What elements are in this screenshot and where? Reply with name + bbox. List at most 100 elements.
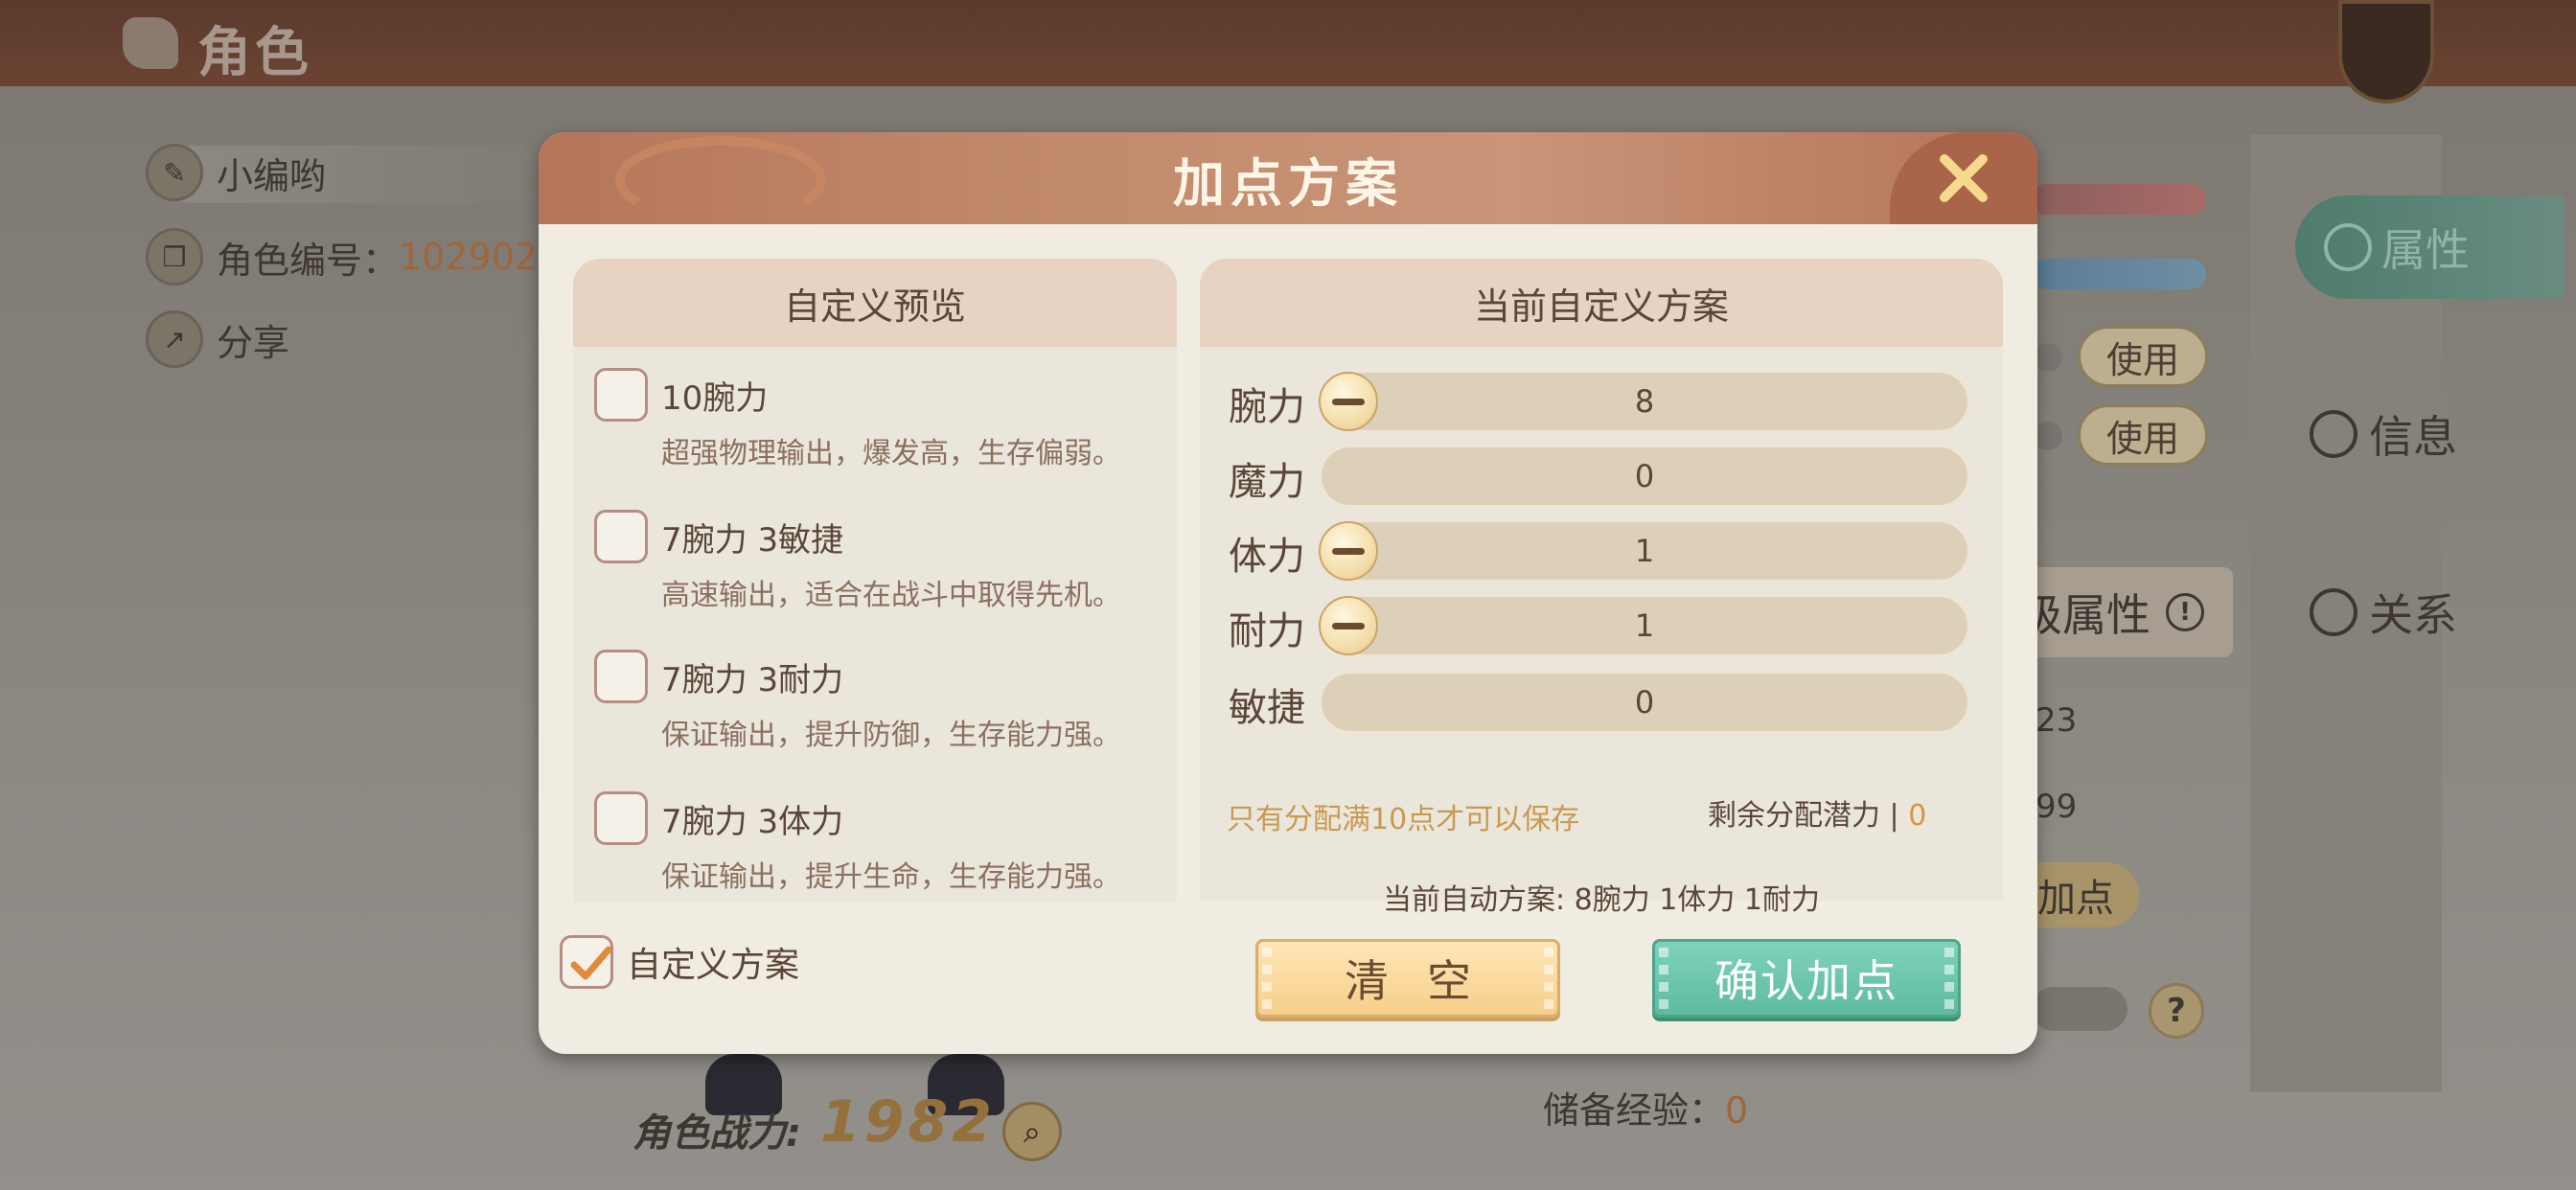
info-list-icon (2310, 410, 2358, 458)
top-bar (0, 0, 2576, 86)
custom-plan-label: 自定义方案 (627, 946, 800, 985)
point-allocation-dialog: 加点方案 自定义预览 10腕力 超强物理输出，爆发高，生存偏弱。 7腕力 3敏捷… (539, 132, 2037, 1054)
tab-attributes[interactable]: 属性 (2295, 195, 2564, 299)
hp-bar (2032, 184, 2206, 215)
emblem-icon[interactable] (2338, 0, 2434, 103)
preset-item[interactable]: 7腕力 3敏捷 高速输出，适合在战斗中取得先机。 (594, 510, 1169, 644)
stat-row-magic: 魔力 0 (1229, 445, 1976, 512)
stat-label: 敏捷 (1229, 686, 1305, 730)
role-icon (123, 17, 178, 69)
minus-button[interactable] (1319, 596, 1378, 655)
minus-icon (1332, 622, 1365, 629)
tab-attributes-label: 属性 (2381, 224, 2470, 276)
preset-title: 7腕力 3体力 (661, 803, 844, 841)
reserve-exp-value: 0 (1725, 1089, 1749, 1132)
preset-desc: 高速输出，适合在战斗中取得先机。 (661, 579, 1121, 612)
dialog-title: 加点方案 (1173, 152, 1403, 214)
exclamation-icon: ! (2166, 593, 2204, 631)
character-name: 小编哟 (217, 154, 327, 197)
tab-relations-label: 关系 (2369, 589, 2457, 641)
stat-value: 0 (1634, 684, 1655, 721)
minus-icon (1332, 547, 1365, 555)
relations-icon (2310, 588, 2358, 636)
copy-icon[interactable]: ❐ (146, 228, 203, 286)
button-decoration (1944, 948, 1954, 1011)
tab-relations[interactable]: 关系 (2310, 581, 2457, 644)
feather-icon: ✎ (146, 144, 203, 201)
stat-value: 1 (1634, 607, 1655, 644)
preset-list[interactable]: 10腕力 超强物理输出，爆发高，生存偏弱。 7腕力 3敏捷 高速输出，适合在战斗… (573, 347, 1177, 903)
character-id-value: 102902 (399, 236, 539, 278)
stat-value: 8 (1634, 383, 1655, 420)
reserve-exp-label: 储备经验： (1543, 1089, 1726, 1132)
button-decoration (1262, 948, 1272, 1011)
tab-info-label: 信息 (2369, 411, 2457, 463)
preset-checkbox[interactable] (594, 510, 648, 563)
status-dot (2034, 343, 2062, 372)
stat-label: 魔力 (1229, 460, 1305, 504)
character-name-row[interactable]: ✎ 小编哟 (146, 144, 326, 201)
advanced-attributes-label: 级属性 (2018, 589, 2150, 641)
minus-button[interactable] (1319, 521, 1378, 581)
help-icon[interactable]: ? (2149, 983, 2204, 1039)
preset-checkbox[interactable] (594, 650, 648, 703)
search-icon[interactable]: ⌕ (1002, 1102, 1062, 1161)
share-label: 分享 (217, 321, 290, 364)
preset-title: 7腕力 3敏捷 (661, 521, 844, 560)
preset-title: 10腕力 (661, 379, 769, 418)
preset-desc: 保证输出，提升防御，生存能力强。 (661, 719, 1121, 752)
confirm-button-label: 确认加点 (1714, 955, 1898, 1007)
custom-plan-checkbox[interactable] (560, 935, 613, 989)
remaining-label: 剩余分配潜力 | (1708, 799, 1909, 833)
attributes-icon (2324, 223, 2372, 271)
save-hint: 只有分配满10点才可以保存 (1227, 803, 1580, 836)
status-dot (2034, 422, 2062, 450)
share-row[interactable]: ↗ 分享 (146, 310, 289, 368)
stat-value: 0 (1634, 458, 1655, 494)
close-icon (1940, 154, 1988, 202)
preset-item[interactable]: 10腕力 超强物理输出，爆发高，生存偏弱。 (594, 368, 1169, 502)
stat-value-fragment: 23 (2036, 701, 2078, 740)
stat-label: 腕力 (1229, 385, 1305, 429)
remaining-value: 0 (1908, 799, 1927, 833)
use-button[interactable]: 使用 (2078, 404, 2208, 466)
preset-item[interactable]: 7腕力 3耐力 保证输出，提升防御，生存能力强。 (594, 650, 1169, 784)
custom-plan-toggle[interactable]: 自定义方案 (560, 935, 799, 989)
stat-value-fragment: 99 (2036, 788, 2078, 826)
character-id-row: ❐ 角色编号： 102902 (146, 228, 538, 286)
remaining-potential: 剩余分配潜力 | 0 (1708, 791, 1926, 834)
button-decoration (1659, 948, 1668, 1011)
tab-info[interactable]: 信息 (2310, 402, 2457, 466)
slider[interactable] (2032, 987, 2128, 1031)
auto-plan-text: 当前自动方案: 8腕力 1体力 1耐力 (1383, 883, 1820, 917)
power-label: 角色战力: (632, 1111, 801, 1156)
preset-desc: 超强物理输出，爆发高，生存偏弱。 (661, 437, 1121, 470)
stat-value: 1 (1634, 533, 1655, 569)
checkmark-icon (570, 946, 612, 980)
minus-button[interactable] (1319, 372, 1378, 431)
stat-row-endurance: 耐力 1 (1229, 594, 1976, 661)
use-button[interactable]: 使用 (2078, 326, 2208, 387)
preset-checkbox[interactable] (594, 791, 648, 845)
clear-button[interactable]: 清空 (1255, 939, 1560, 1018)
advanced-attributes[interactable]: 级属性 ! (2012, 567, 2233, 657)
stat-row-agility: 敏捷 0 (1229, 671, 1976, 738)
current-custom-plan-header: 当前自定义方案 (1200, 259, 2003, 347)
stat-label: 体力 (1229, 535, 1305, 579)
custom-preview-header: 自定义预览 (573, 259, 1177, 347)
power-value: 1982 (820, 1088, 996, 1156)
screen-title: 角色 (197, 22, 312, 84)
character-id-label: 角色编号： (217, 239, 400, 282)
confirm-add-points-button[interactable]: 确认加点 (1652, 939, 1961, 1018)
button-decoration (1544, 948, 1553, 1011)
reserve-exp: 储备经验：0 (1543, 1081, 1748, 1133)
preset-desc: 保证输出，提升生命，生存能力强。 (661, 860, 1121, 894)
clear-button-label: 清空 (1345, 955, 1509, 1007)
preset-checkbox[interactable] (594, 368, 648, 422)
share-icon: ↗ (146, 310, 203, 368)
stat-row-strength: 腕力 8 (1229, 370, 1976, 437)
minus-icon (1332, 398, 1365, 405)
preset-item[interactable]: 7腕力 3体力 保证输出，提升生命，生存能力强。 (594, 791, 1169, 926)
mp-bar (2032, 259, 2206, 289)
preset-title: 7腕力 3耐力 (661, 661, 844, 699)
